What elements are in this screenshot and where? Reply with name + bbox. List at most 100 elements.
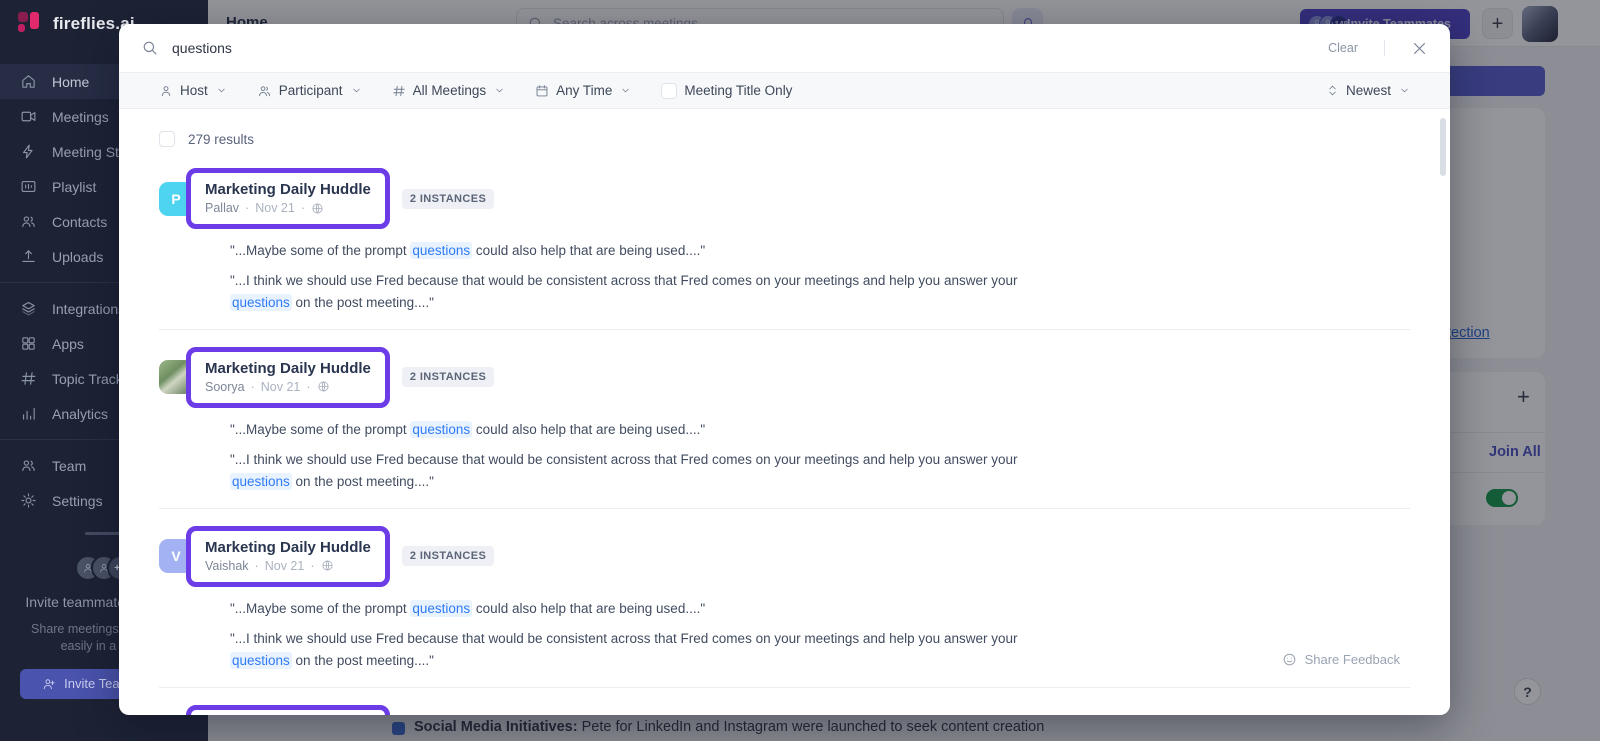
sort-label: Newest [1346,83,1391,98]
highlighted-term: questions [230,294,292,311]
chevron-down-icon [1399,85,1410,96]
people-icon [257,84,272,98]
sidebar-item-label: Contacts [52,214,107,230]
meeting-date: Nov 21 [261,380,301,394]
result-title-box[interactable]: Marketing Daily Huddle Pallav·Nov 21· [186,168,390,229]
chevron-down-icon [494,85,505,96]
host-name: Pallav [205,201,239,215]
search-result-group: VMarketing Daily HuddleVaishak·Nov 21·2 … [159,526,1410,688]
search-result-group: PMarketing Daily HuddlePallav·Nov 21·2 I… [159,168,1410,330]
host-name: Soorya [205,380,245,394]
search-results: 279 results PMarketing Daily HuddlePalla… [119,109,1450,715]
contacts-icon [19,213,37,230]
highlighted-term: questions [230,652,292,669]
snippet: "...I think we should use Fred because t… [230,270,1078,313]
host-name: Vaishak [205,559,249,573]
globe-icon [321,559,334,572]
sidebar-divider [85,532,123,535]
sort-dropdown[interactable]: Newest [1326,83,1410,98]
search-result-group: Marketing Daily Huddle Soorya·Nov 21· 2 IN… [159,347,1410,509]
person-icon [159,84,173,98]
meeting-date: Nov 21 [265,559,305,573]
results-header: 279 results [159,131,1410,147]
sidebar-item-label: Team [52,458,86,474]
apps-icon [19,335,37,352]
title-only-checkbox[interactable] [661,83,677,99]
chevron-down-icon [351,85,362,96]
divider [1384,40,1385,56]
result-header: Marketing Daily HuddleKrish·Nov 212 INST… [159,705,1410,715]
globe-icon [317,380,330,393]
chevron-down-icon [216,85,227,96]
filter-time[interactable]: Any Time [535,83,631,98]
meeting-title: Marketing Daily Huddle [205,539,371,556]
result-divider [159,508,1410,509]
filter-meetings[interactable]: All Meetings [392,83,506,98]
highlighted-term: questions [230,473,292,490]
person-plus-icon [42,677,56,691]
share-feedback-label: Share Feedback [1305,652,1400,667]
result-divider [159,329,1410,330]
hash-icon [392,84,406,98]
search-query-input[interactable] [172,40,1315,56]
highlighted-term: questions [410,600,472,617]
highlighted-term: questions [410,421,472,438]
share-feedback-button[interactable]: Share Feedback [1282,652,1400,667]
snippet: "...Maybe some of the prompt questions c… [230,419,1078,440]
meetings-icon [19,108,37,125]
meeting-status-icon [19,143,37,160]
sidebar-item-label: Integrations [52,301,125,317]
filter-host-label: Host [180,83,208,98]
sidebar-item-label: Analytics [52,406,108,422]
result-header: PMarketing Daily HuddlePallav·Nov 21·2 I… [159,168,1410,229]
fireflies-logo-icon [18,12,42,36]
sort-icon [1326,84,1339,97]
integrations-icon [19,300,37,317]
snippet: "...I think we should use Fred because t… [230,449,1078,492]
filter-title-only-label: Meeting Title Only [684,83,792,98]
sidebar-item-label: Playlist [52,179,96,195]
search-result-group: Marketing Daily HuddleKrish·Nov 212 INST… [159,705,1410,715]
sidebar-item-label: Apps [52,336,84,352]
snippet: "...Maybe some of the prompt questions c… [230,240,1078,261]
sidebar-item-label: Uploads [52,249,103,265]
select-all-checkbox[interactable] [159,131,175,147]
result-title-box[interactable]: Marketing Daily HuddleKrish·Nov 21 [186,705,390,715]
uploads-icon [19,248,37,265]
team-icon [19,457,37,474]
result-snippets: "...Maybe some of the prompt questions c… [230,419,1078,492]
meeting-meta: Vaishak·Nov 21· [205,559,371,573]
topic-tracker-icon [19,370,37,387]
filter-participant-label: Participant [279,83,343,98]
filter-bar: Host Participant All Meetings Any Time M… [119,72,1450,109]
result-title-box[interactable]: Marketing Daily Huddle Soorya·Nov 21· [186,347,390,408]
smiley-icon [1282,652,1297,667]
filter-participant[interactable]: Participant [257,83,362,98]
scrollbar-thumb[interactable] [1440,118,1446,176]
close-icon[interactable] [1411,40,1428,57]
results-count: 279 results [188,132,254,147]
sidebar-item-label: Home [52,74,89,90]
meeting-title: Marketing Daily Huddle [205,181,371,198]
filter-title-only[interactable]: Meeting Title Only [661,83,792,99]
result-header: Marketing Daily Huddle Soorya·Nov 21· 2 IN… [159,347,1410,408]
sidebar-item-label: Meetings [52,109,109,125]
search-icon [141,39,159,57]
settings-icon [19,492,37,509]
result-snippets: "...Maybe some of the prompt questions c… [230,240,1078,313]
chevron-down-icon [620,85,631,96]
meeting-meta: Pallav·Nov 21· [205,201,371,215]
meeting-meta: Soorya·Nov 21· [205,380,371,394]
globe-icon [311,202,324,215]
filter-time-label: Any Time [556,83,612,98]
modal-search-row: Clear [119,24,1450,72]
snippet: "...Maybe some of the prompt questions c… [230,598,1078,619]
filter-host[interactable]: Host [159,83,227,98]
search-modal: Clear Host Participant All Meetings Any … [119,24,1450,715]
meeting-date: Nov 21 [255,201,295,215]
meeting-title: Marketing Daily Huddle [205,360,371,377]
sidebar-item-label: Settings [52,493,103,509]
instances-badge: 2 INSTANCES [402,367,494,387]
result-title-box[interactable]: Marketing Daily Huddle Vaishak·Nov 21· [186,526,390,587]
clear-search-button[interactable]: Clear [1328,41,1358,55]
